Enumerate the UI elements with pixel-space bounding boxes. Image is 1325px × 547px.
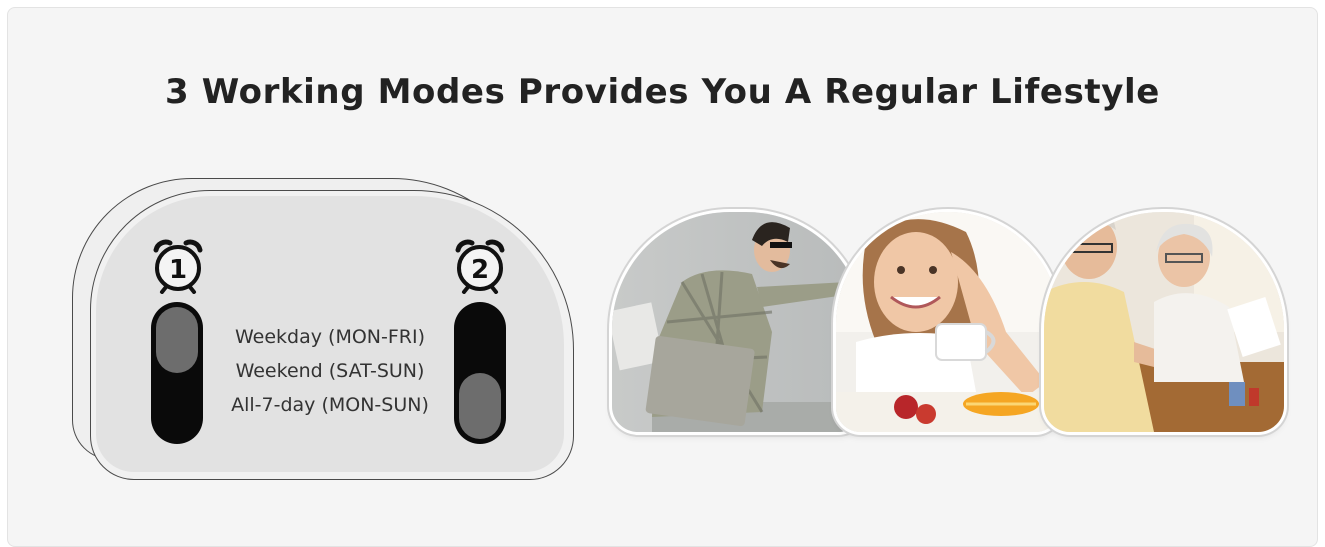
alarm-number-1: 1 [169,255,187,285]
alarm-clock-icon-2: 2 [452,238,508,294]
mode-switch-1[interactable] [151,302,203,444]
photo-elderly-couple [1044,212,1284,432]
photo-young-man [612,212,864,432]
alarm-number-2: 2 [471,255,489,285]
switch-knob-1 [156,307,198,373]
mode-all-week: All-7-day (MON-SUN) [231,394,429,416]
page-title: 3 Working Modes Provides You A Regular L… [165,72,1160,112]
mode-switch-2[interactable] [454,302,506,444]
photo-smiling-woman [836,212,1060,432]
switch-knob-2 [459,373,501,439]
alarm-clock-icon-1: 1 [150,238,206,294]
mode-weekend: Weekend (SAT-SUN) [235,360,425,382]
mode-list: Weekday (MON-FRI) Weekend (SAT-SUN) All-… [205,320,455,422]
mode-weekday: Weekday (MON-FRI) [234,326,426,348]
